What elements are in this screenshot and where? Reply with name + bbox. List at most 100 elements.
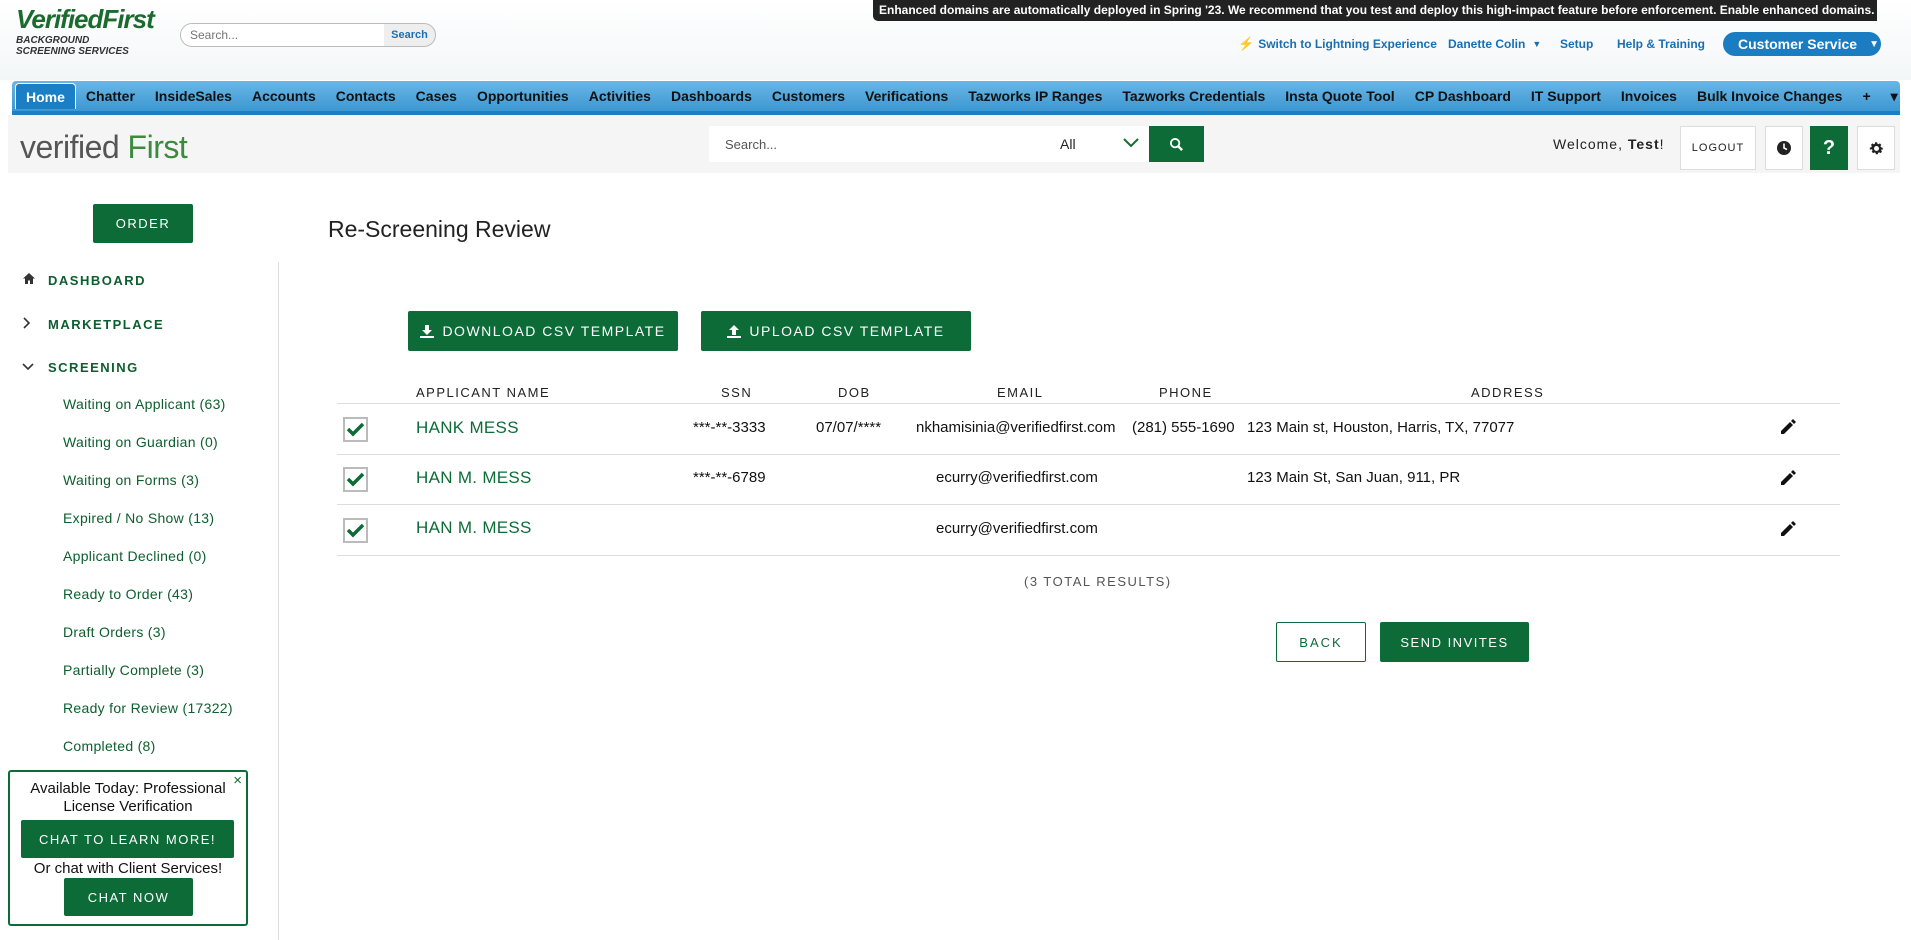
help-button[interactable]: ? [1810,126,1848,170]
gear-icon [1869,141,1883,154]
app-header: verified First Search... All Welcome, Te… [8,115,1900,173]
nav-sub-item[interactable]: Completed (8) [63,738,156,754]
pencil-icon[interactable] [1779,520,1797,538]
tab-opportunities[interactable]: Opportunities [467,83,579,109]
sf-tab-bar: Home Chatter InsideSales Accounts Contacts Ca… [12,81,1900,111]
column-header-email: EMAIL [997,385,1044,400]
tab-insidesales[interactable]: InsideSales [145,83,242,109]
tab-chatter[interactable]: Chatter [76,83,145,109]
caret-down-icon: ▼ [1532,39,1542,49]
download-csv-button[interactable]: DOWNLOAD CSV TEMPLATE [408,311,678,351]
tab-contacts[interactable]: Contacts [326,83,406,109]
settings-button[interactable] [1857,126,1895,170]
sf-search-input[interactable] [181,24,384,46]
row-checkbox[interactable] [343,518,368,543]
lightning-link[interactable]: ⚡ Switch to Lightning Experience [1238,33,1437,55]
add-tab-icon[interactable]: + [1852,83,1880,109]
nav-sub-item[interactable]: Waiting on Applicant (63) [63,396,226,412]
tab-tazworks-credentials[interactable]: Tazworks Credentials [1112,83,1275,109]
chat-popup: × Available Today: Professional License … [8,770,248,926]
tab-verifications[interactable]: Verifications [855,83,958,109]
applicant-name-link[interactable]: HANK MESS [416,418,519,438]
back-button[interactable]: BACK [1276,622,1366,662]
tab-bulk-invoice-changes[interactable]: Bulk Invoice Changes [1687,83,1852,109]
chevron-down-icon [1123,132,1139,153]
welcome-text: Welcome, Test! [1553,136,1665,152]
tab-cases[interactable]: Cases [406,83,467,109]
verified-first-logo[interactable]: verified First [20,129,188,166]
tab-tazworks-ip-ranges[interactable]: Tazworks IP Ranges [958,83,1112,109]
chat-learn-more-button[interactable]: CHAT TO LEARN MORE! [21,820,234,858]
nav-marketplace[interactable]: MARKETPLACE [22,312,164,336]
address-cell: 123 Main St, San Juan, 911, PR [1247,469,1461,486]
app-search-input[interactable]: Search... [709,126,1065,162]
tab-home[interactable]: Home [15,83,76,109]
pencil-icon[interactable] [1779,469,1797,487]
column-header-dob: DOB [838,385,871,400]
setup-link[interactable]: Setup [1560,33,1593,55]
column-header-ssn: SSN [721,385,753,400]
nav-sub-item[interactable]: Draft Orders (3) [63,624,166,640]
nav-sub-item[interactable]: Waiting on Guardian (0) [63,434,218,450]
nav-sub-item[interactable]: Partially Complete (3) [63,662,204,678]
salesforce-header: VerifiedFirst BACKGROUND SCREENING SERVI… [0,0,1911,80]
upload-icon [727,324,742,338]
sf-search-box: Search [180,23,436,47]
row-checkbox[interactable] [343,417,368,442]
email-cell: ecurry@verifiedfirst.com [936,469,1098,486]
user-menu[interactable]: Danette Colin ▼ [1448,33,1541,55]
send-invites-button[interactable]: SEND INVITES [1380,622,1529,662]
tab-customers[interactable]: Customers [762,83,855,109]
history-button[interactable] [1765,126,1803,170]
tab-activities[interactable]: Activities [579,83,661,109]
order-button[interactable]: ORDER [93,204,193,243]
more-tabs-icon[interactable]: ▾ [1881,83,1908,109]
tab-invoices[interactable]: Invoices [1611,83,1687,109]
row-checkbox[interactable] [343,467,368,492]
caret-down-icon: ▼ [1869,38,1879,50]
download-icon [420,324,435,338]
row-divider [337,403,1840,404]
tab-accounts[interactable]: Accounts [242,83,326,109]
question-icon: ? [1822,136,1836,159]
tab-it-support[interactable]: IT Support [1521,83,1611,109]
tab-dashboards[interactable]: Dashboards [661,83,762,109]
lightning-bolt-icon: ⚡ [1238,36,1255,51]
applicant-name-link[interactable]: HAN M. MESS [416,518,532,538]
nav-sub-item[interactable]: Ready for Review (17322) [63,700,233,716]
column-header-address: ADDRESS [1471,385,1545,400]
help-training-link[interactable]: Help & Training [1617,33,1705,55]
logout-button[interactable]: LOGOUT [1680,126,1756,170]
chat-now-button[interactable]: CHAT NOW [64,878,193,916]
chat-or-text: Or chat with Client Services! [33,860,223,877]
chat-message: Available Today: Professional License Ve… [30,780,226,815]
app-switcher-button[interactable]: Customer Service ▼ [1723,32,1881,56]
upload-csv-button[interactable]: UPLOAD CSV TEMPLATE [701,311,971,351]
nav-dashboard[interactable]: DASHBOARD [22,268,146,292]
email-cell: ecurry@verifiedfirst.com [936,520,1098,537]
pencil-icon[interactable] [1779,418,1797,436]
verifiedfirst-logo[interactable]: VerifiedFirst BACKGROUND SCREENING SERVI… [16,4,166,58]
address-cell: 123 Main st, Houston, Harris, TX, 77077 [1247,419,1515,436]
page-title: Re-Screening Review [328,216,551,242]
enhanced-domains-banner[interactable]: Enhanced domains are automatically deplo… [873,0,1877,21]
clock-icon [1777,141,1791,155]
nav-sub-item[interactable]: Expired / No Show (13) [63,510,214,526]
phone-cell: (281) 555-1690 [1132,419,1235,436]
nav-sub-item[interactable]: Waiting on Forms (3) [63,472,199,488]
app-search-button[interactable] [1149,126,1204,162]
applicant-name-link[interactable]: HAN M. MESS [416,468,532,488]
row-divider [337,504,1840,505]
search-filter-select[interactable]: All [1048,126,1149,162]
nav-screening[interactable]: SCREENING [22,355,139,379]
tab-insta-quote-tool[interactable]: Insta Quote Tool [1275,83,1404,109]
sf-search-button[interactable]: Search [384,24,435,46]
search-icon [1169,137,1183,151]
nav-sub-item[interactable]: Applicant Declined (0) [63,548,207,564]
column-header-phone: PHONE [1159,385,1213,400]
row-divider [337,555,1840,556]
column-header-name: APPLICANT NAME [416,385,551,400]
tab-cp-dashboard[interactable]: CP Dashboard [1405,83,1521,109]
nav-sub-item[interactable]: Ready to Order (43) [63,586,193,602]
email-cell: nkhamisinia@verifiedfirst.com [916,419,1116,436]
